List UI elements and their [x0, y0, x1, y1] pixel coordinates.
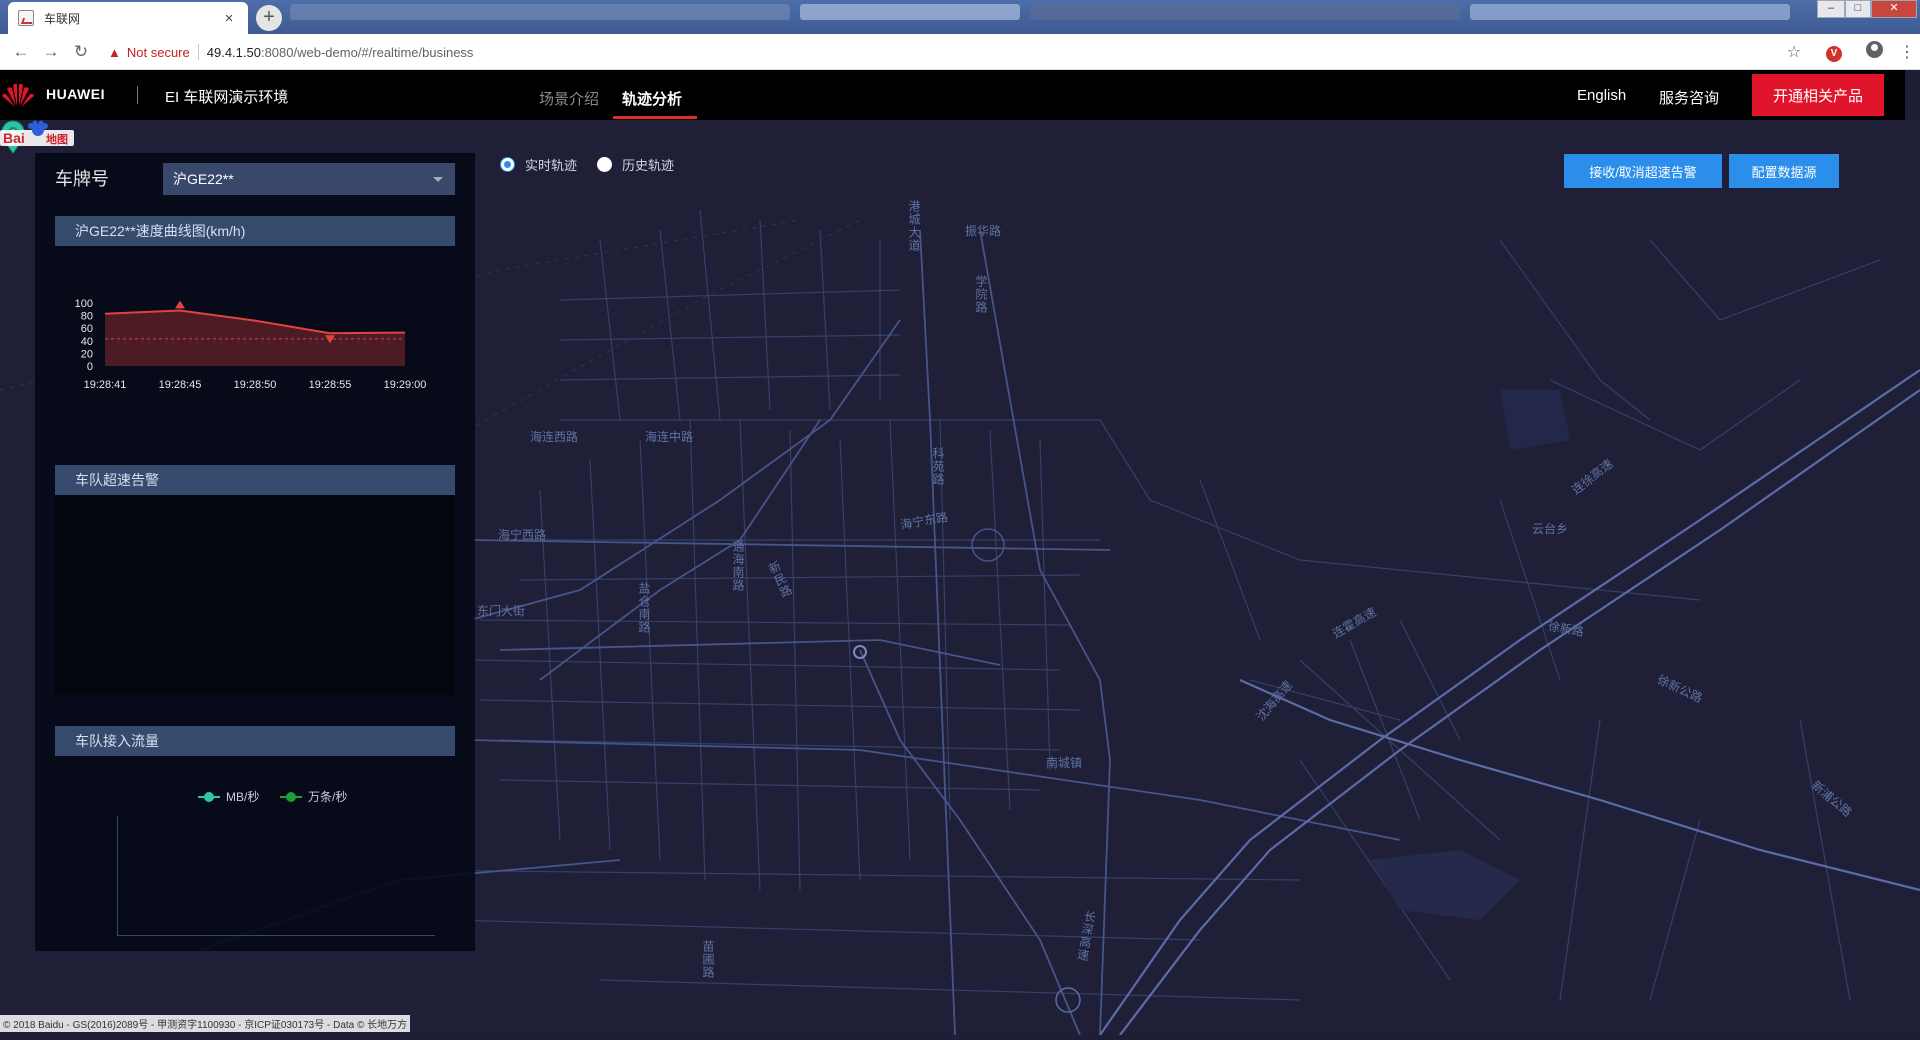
app-header: HUAWEI EI 车联网演示环境 场景介绍 轨迹分析 English 服务咨询…: [0, 70, 1905, 120]
map-label: 海连西路: [530, 430, 579, 444]
x-tick-label: 19:28:45: [159, 379, 202, 391]
map-label: 振华路: [965, 224, 1002, 238]
legend-swatch: [198, 791, 220, 802]
security-label[interactable]: Not secure: [127, 45, 190, 60]
speed-area: [105, 310, 405, 366]
menu-kebab-icon[interactable]: ⋮: [1894, 42, 1920, 62]
map-copyright: © 2018 Baidu - GS(2016)2089号 - 甲测资字11009…: [0, 1015, 411, 1032]
water-body: [1370, 850, 1520, 920]
speed-alarm-list: [55, 495, 455, 695]
chart-favicon-icon: [18, 10, 34, 26]
warning-icon: ▲: [108, 44, 121, 60]
window-close-icon[interactable]: ✕: [1871, 0, 1917, 18]
toggle-speed-alarm-button[interactable]: 接收/取消超速告警: [1564, 154, 1722, 188]
speed-chart-svg: 020406080100 19:28:41 19:28:45 19:28:50 19:2…: [75, 298, 427, 391]
max-marker: [175, 300, 185, 309]
y-tick-label: 20: [81, 348, 93, 360]
map-label: 港城大道: [907, 200, 921, 252]
map-label: 苗圃路: [701, 940, 715, 979]
y-tick-label: 40: [81, 336, 93, 348]
tabbar-background: [1030, 4, 1460, 20]
radio-history[interactable]: [597, 157, 613, 172]
service-consult-link[interactable]: 服务咨询: [1659, 87, 1719, 108]
browser-tabbar: 车联网 × + – □ ✕: [0, 0, 1920, 34]
map-label: 海连中路: [645, 430, 694, 444]
omnibox-divider: [197, 44, 199, 60]
nav-active-indicator: [613, 116, 697, 119]
maximize-icon[interactable]: □: [1845, 0, 1871, 18]
radio-realtime-label[interactable]: 实时轨迹: [525, 155, 577, 174]
brand-name: HUAWEI: [46, 86, 105, 102]
url-host: 49.4.1.50: [206, 44, 261, 60]
speed-chart-title: 沪GE22**速度曲线图(km/h): [55, 216, 455, 246]
plate-label: 车牌号: [55, 169, 109, 189]
extension-icon[interactable]: V: [1814, 43, 1854, 62]
map-label: 学院路: [974, 275, 988, 314]
new-tab-button[interactable]: +: [256, 5, 282, 31]
configure-datasource-button[interactable]: 配置数据源: [1729, 154, 1839, 188]
map-label: 南城镇: [1046, 756, 1083, 770]
tabbar-background: [1470, 4, 1790, 20]
browser-tab-active[interactable]: 车联网 ×: [8, 2, 248, 34]
radio-history-label[interactable]: 历史轨迹: [622, 155, 674, 174]
y-tick-label: 100: [75, 298, 93, 310]
legend-item-mb[interactable]: MB/秒: [198, 788, 259, 805]
url-path: :8080/web-demo/#/realtime/business: [260, 44, 474, 60]
app-title: EI 车联网演示环境: [165, 89, 289, 106]
y-tick-label: 80: [81, 311, 93, 323]
flow-chart-axes: [117, 816, 435, 936]
plate-select-value: 沪GE22**: [173, 171, 234, 187]
y-tick-label: 0: [87, 361, 93, 373]
back-icon[interactable]: ←: [6, 42, 36, 62]
tabbar-background: [290, 4, 790, 20]
brand-divider: [137, 86, 138, 104]
open-products-button[interactable]: 开通相关产品: [1752, 74, 1884, 116]
map-label: 通海南路: [731, 540, 745, 592]
legend-item-records[interactable]: 万条/秒: [280, 788, 347, 805]
map-label: 海宁西路: [498, 528, 547, 542]
legend-swatch: [280, 791, 302, 802]
legend-label: MB/秒: [226, 790, 260, 804]
x-tick-label: 19:28:41: [84, 379, 127, 391]
toolbar-actions: ☆ V ⋮: [1774, 34, 1920, 70]
account-icon[interactable]: [1854, 41, 1894, 63]
legend-label: 万条/秒: [308, 790, 348, 804]
omnibox[interactable]: ▲ Not secure 49.4.1.50:8080/web-demo/#/r…: [108, 39, 1758, 65]
radio-realtime[interactable]: [500, 157, 515, 172]
flow-section-title: 车队接入流量: [55, 726, 455, 756]
svg-text:地图: 地图: [46, 132, 68, 146]
speed-chart: 0 20 40 60 80 100 19:28:41 19:28:45 19:28:50 19:2…: [55, 248, 455, 418]
language-link[interactable]: English: [1577, 87, 1626, 104]
map-label: 科苑路: [931, 447, 945, 486]
nav-scene-intro[interactable]: 场景介绍: [539, 88, 599, 109]
water-body: [1500, 390, 1570, 450]
x-tick-label: 19:28:55: [309, 379, 352, 391]
plate-select[interactable]: 沪GE22**: [163, 163, 455, 195]
tab-title: 车联网: [44, 11, 81, 26]
map-canvas[interactable]: 海连西路 海连中路 海宁西路 海宁东路 东门大街 振华路 学院路 科苑路 港城大…: [0, 120, 1920, 1035]
forward-icon[interactable]: →: [36, 42, 66, 62]
flow-chart: MB/秒 万条/秒: [55, 756, 455, 946]
map-label: 东门大街: [477, 604, 526, 618]
map-label: 云台乡: [1532, 522, 1569, 536]
minimize-icon[interactable]: –: [1817, 0, 1845, 18]
vehicle-info-panel: 车牌号 沪GE22** 沪GE22**速度曲线图(km/h) 0 20 40 60 80…: [35, 153, 475, 951]
tabbar-background: [800, 4, 1020, 20]
address-bar: ← → ↻ ▲ Not secure 49.4.1.50:8080/web-de…: [0, 34, 1920, 70]
reload-icon[interactable]: ↻: [66, 42, 96, 62]
baidu-map-logo-icon: Bai 地图: [0, 120, 74, 146]
roundabout-marker: [971, 528, 1005, 562]
close-icon[interactable]: ×: [220, 10, 238, 27]
alarm-section-title: 车队超速告警: [55, 465, 455, 495]
x-tick-label: 19:28:50: [234, 379, 277, 391]
map-label: 盐仓南路: [637, 582, 651, 634]
x-tick-label: 19:29:00: [384, 379, 427, 391]
y-tick-label: 60: [81, 323, 93, 335]
bookmark-star-icon[interactable]: ☆: [1774, 42, 1814, 62]
svg-text:Bai: Bai: [3, 130, 25, 146]
chevron-down-icon: [433, 177, 443, 182]
huawei-logo-icon[interactable]: [0, 82, 36, 108]
trajectory-mode-radio-group: 实时轨迹 历史轨迹: [500, 155, 694, 174]
nav-trajectory-analysis[interactable]: 轨迹分析: [622, 88, 682, 109]
